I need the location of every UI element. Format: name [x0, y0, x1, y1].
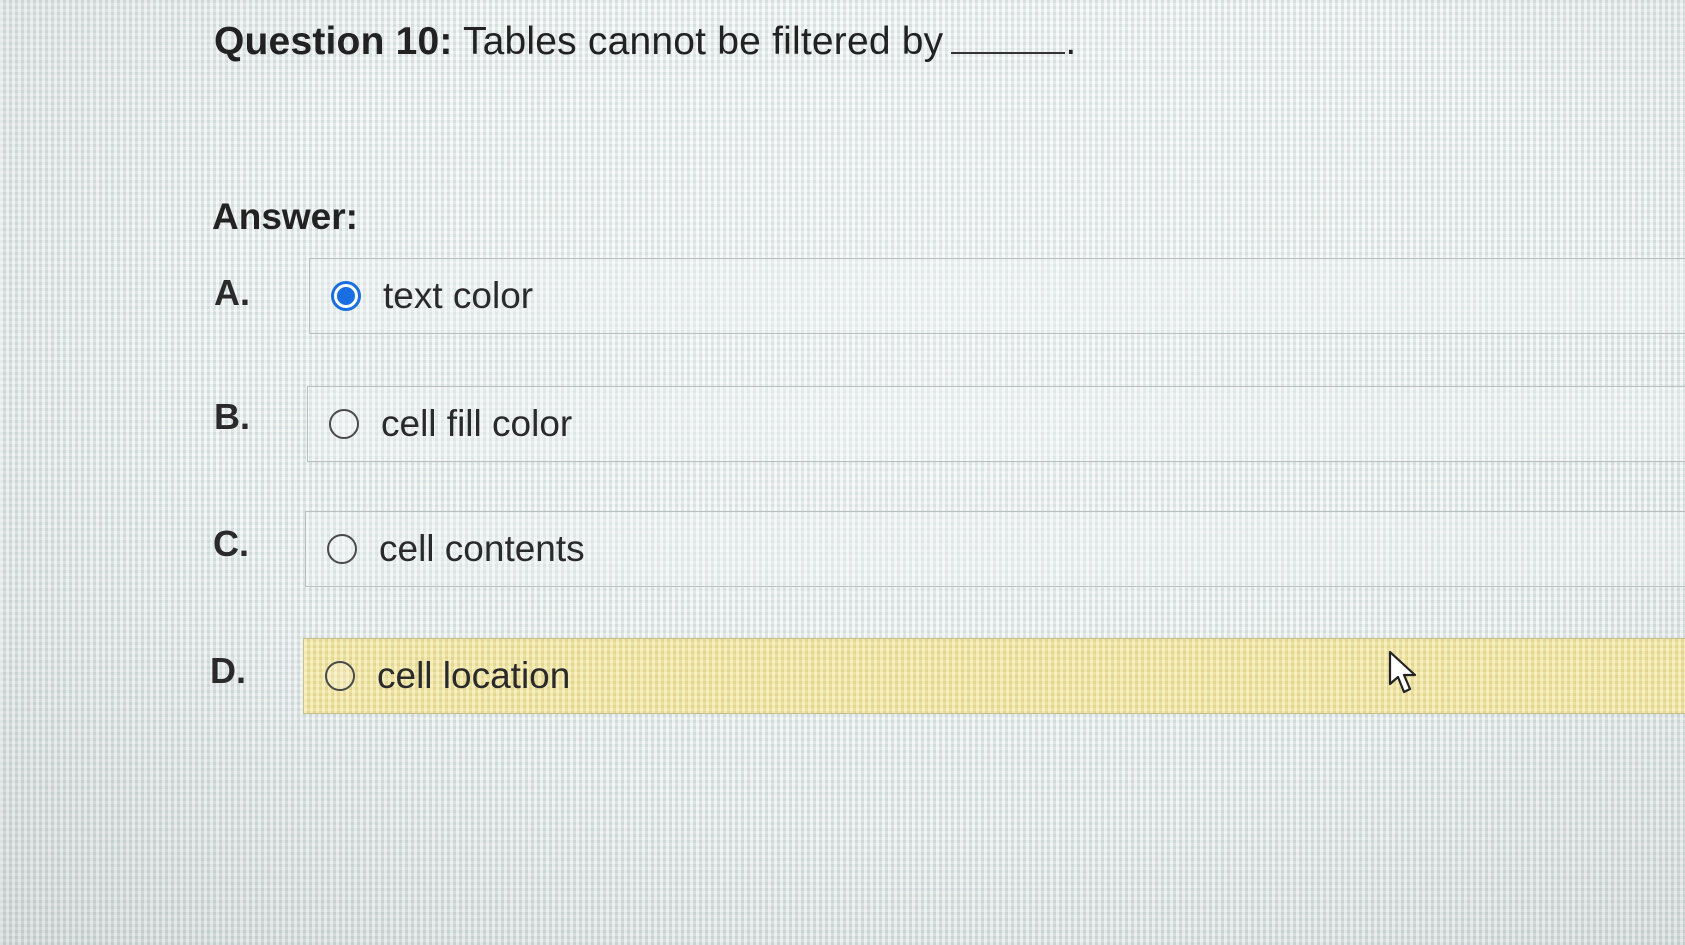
option-d-radio[interactable] [325, 661, 355, 691]
option-a[interactable]: text color [309, 258, 1685, 334]
question-prompt: Question 10: Tables cannot be filtered b… [214, 20, 1076, 64]
fill-in-blank [951, 50, 1066, 54]
option-b-radio[interactable] [329, 409, 359, 439]
option-d[interactable]: cell location [303, 638, 1685, 714]
option-c-text: cell contents [379, 528, 585, 569]
option-a-text: text color [383, 275, 534, 316]
question-number: Question 10: [214, 20, 453, 63]
option-c-letter: C. [213, 523, 249, 564]
option-d-letter: D. [210, 650, 246, 691]
question-end-punctuation: . [1065, 20, 1077, 63]
option-b[interactable]: cell fill color [307, 386, 1685, 462]
option-a-letter: A. [214, 272, 250, 313]
option-c[interactable]: cell contents [305, 511, 1685, 587]
question-text: Tables cannot be filtered by [462, 20, 944, 63]
answer-label: Answer: [212, 196, 358, 237]
option-d-text: cell location [377, 655, 571, 696]
option-c-radio[interactable] [327, 534, 357, 564]
screen-glare [0, 0, 1685, 945]
option-a-radio[interactable] [331, 281, 361, 311]
arrow-cursor-icon [1388, 650, 1417, 694]
option-b-letter: B. [214, 396, 250, 437]
option-b-text: cell fill color [381, 403, 573, 444]
